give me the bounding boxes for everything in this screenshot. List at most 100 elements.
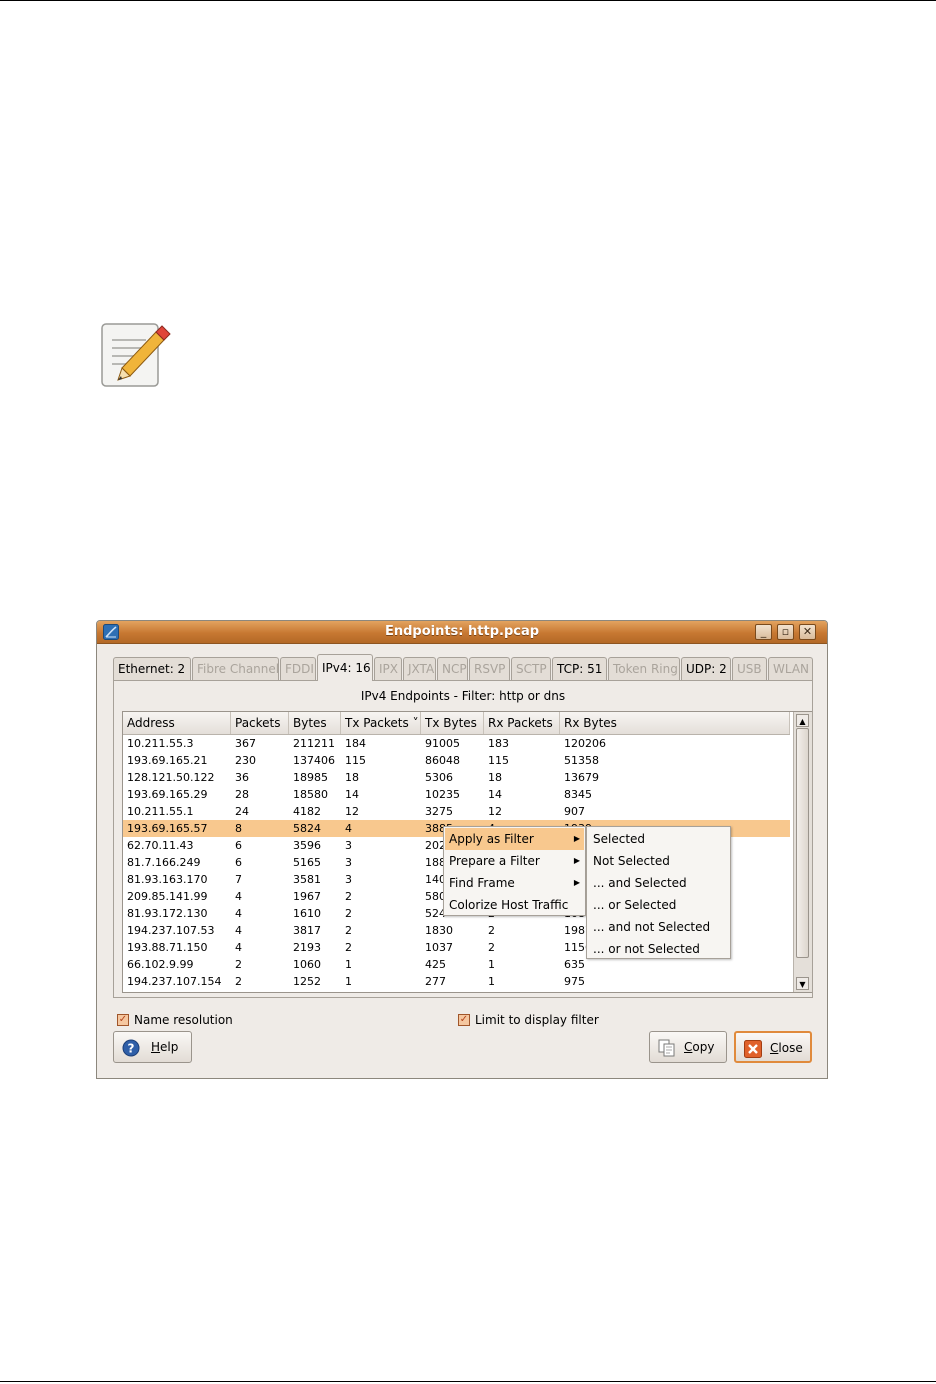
table-cell: 2 (345, 924, 352, 937)
column-header-address[interactable]: Address (123, 712, 231, 734)
minimize-button[interactable]: _ (755, 624, 772, 640)
tab-ncp: NCP (437, 657, 468, 680)
table-cell: 28 (235, 788, 249, 801)
table-row[interactable]: 194.237.107.154 2 1252 1 277 1 975 (123, 973, 790, 990)
submenu-arrow-icon: ▶ (573, 878, 580, 887)
close-label: Close (770, 1041, 803, 1055)
copy-icon (658, 1039, 675, 1057)
submenu-item-and-selected[interactable]: ... and Selected (588, 872, 729, 894)
limit-filter-label: Limit to display filter (475, 1013, 599, 1027)
help-label: Help (151, 1040, 179, 1054)
table-cell: 1 (345, 975, 352, 988)
table-cell: 115 (488, 754, 509, 767)
menu-item-apply-as-filter[interactable]: Apply as Filter ▶ (445, 828, 584, 850)
close-x-icon (744, 1040, 762, 1058)
table-cell: 3 (345, 856, 352, 869)
table-cell: 12 (345, 805, 359, 818)
table-cell: 10235 (425, 788, 460, 801)
menu-item-find-frame[interactable]: Find Frame ▶ (445, 872, 584, 894)
table-row[interactable]: 128.121.50.122 36 18985 18 5306 18 13679 (123, 769, 790, 786)
table-cell: 81.7.166.249 (127, 856, 201, 869)
name-resolution-label: Name resolution (134, 1013, 233, 1027)
page-top-rule (0, 0, 936, 1)
table-cell: 137406 (293, 754, 335, 767)
close-window-button[interactable]: ✕ (799, 624, 816, 640)
table-cell: 120206 (564, 737, 606, 750)
table-cell: 86048 (425, 754, 460, 767)
table-cell: 183 (488, 737, 509, 750)
table-cell: 7 (235, 873, 242, 886)
table-row[interactable]: 193.69.165.29 28 18580 14 10235 14 8345 (123, 786, 790, 803)
table-cell: 2 (345, 890, 352, 903)
copy-button[interactable]: Copy (649, 1031, 727, 1063)
panel-title: IPv4 Endpoints - Filter: http or dns (360, 689, 566, 703)
column-header-packets[interactable]: Packets (231, 712, 289, 734)
page-bottom-rule (0, 1381, 936, 1382)
column-header-rx-bytes[interactable]: Rx Bytes (560, 712, 790, 734)
submenu-item-or-not-selected[interactable]: ... or not Selected (588, 938, 729, 960)
table-cell: 3596 (293, 839, 321, 852)
table-cell: 1 (345, 958, 352, 971)
close-button[interactable]: Close (734, 1031, 812, 1063)
tab-wlan: WLAN (768, 657, 813, 680)
menu-item-label: Apply as Filter (449, 832, 534, 846)
table-row[interactable]: 10.211.55.1 24 4182 12 3275 12 907 (123, 803, 790, 820)
protocol-tabs: Ethernet: 2 Fibre Channel FDDI IPv4: 16 IPX J… (113, 654, 813, 681)
copy-label: Copy (684, 1040, 715, 1054)
tab-sctp: SCTP (511, 657, 551, 680)
vertical-scrollbar[interactable]: ▲ ▼ (793, 712, 812, 992)
table-row[interactable]: 10.211.55.3 367 211211 184 91005 183 120206 (123, 735, 790, 752)
table-cell: 81.93.163.170 (127, 873, 208, 886)
column-header-rx-packets[interactable]: Rx Packets (484, 712, 560, 734)
table-cell: 10.211.55.1 (127, 805, 194, 818)
menu-item-label: Find Frame (449, 876, 515, 890)
help-button[interactable]: ? Help (113, 1031, 192, 1063)
table-cell: 1830 (425, 924, 453, 937)
table-cell: 6 (235, 839, 242, 852)
tab-tcp-51[interactable]: TCP: 51 (552, 657, 607, 680)
tab-ipv4-16[interactable]: IPv4: 16 (317, 654, 373, 681)
menu-item-colorize-host-traffic[interactable]: Colorize Host Traffic (445, 894, 584, 916)
column-header-bytes[interactable]: Bytes (289, 712, 341, 734)
scroll-up-arrow-icon[interactable]: ▲ (796, 714, 809, 727)
table-cell: 2 (345, 941, 352, 954)
scroll-down-arrow-icon[interactable]: ▼ (796, 977, 809, 990)
title-bar[interactable]: Endpoints: http.pcap _ ▫ ✕ (97, 621, 827, 644)
maximize-button[interactable]: ▫ (777, 624, 794, 640)
table-cell: 2 (488, 924, 495, 937)
column-header-tx-bytes[interactable]: Tx Bytes (421, 712, 484, 734)
submenu-item-selected[interactable]: Selected (588, 828, 729, 850)
table-cell: 115 (345, 754, 366, 767)
tab-ipx: IPX (374, 657, 402, 680)
tab-udp-2[interactable]: UDP: 2 (681, 657, 731, 680)
table-cell: 12 (488, 805, 502, 818)
table-cell: 18985 (293, 771, 328, 784)
table-cell: 2 (235, 958, 242, 971)
checkmark-icon: ✓ (117, 1014, 129, 1026)
submenu-item-or-selected[interactable]: ... or Selected (588, 894, 729, 916)
table-cell: 194.237.107.154 (127, 975, 222, 988)
table-row[interactable]: 193.69.165.21 230 137406 115 86048 115 51358 (123, 752, 790, 769)
table-cell: 24 (235, 805, 249, 818)
submenu-item-and-not-selected[interactable]: ... and not Selected (588, 916, 729, 938)
scroll-thumb[interactable] (796, 728, 809, 958)
table-cell: 36 (235, 771, 249, 784)
column-header-tx-packets[interactable]: Tx Packets ˅ (341, 712, 421, 734)
table-cell: 193.69.165.57 (127, 822, 208, 835)
table-cell: 51358 (564, 754, 599, 767)
tab-ethernet-2[interactable]: Ethernet: 2 (113, 657, 191, 680)
table-cell: 4 (235, 890, 242, 903)
table-cell: 975 (564, 975, 585, 988)
submenu-item-not-selected[interactable]: Not Selected (588, 850, 729, 872)
table-cell: 2193 (293, 941, 321, 954)
menu-item-prepare-a-filter[interactable]: Prepare a Filter ▶ (445, 850, 584, 872)
note-pencil-icon (101, 323, 171, 387)
table-cell: 4 (345, 822, 352, 835)
table-cell: 1610 (293, 907, 321, 920)
tab-fibre-channel: Fibre Channel (192, 657, 279, 680)
table-cell: 81.93.172.130 (127, 907, 208, 920)
table-cell: 4 (235, 924, 242, 937)
table-cell: 1037 (425, 941, 453, 954)
table-cell: 62.70.11.43 (127, 839, 194, 852)
submenu-arrow-icon: ▶ (573, 856, 580, 865)
